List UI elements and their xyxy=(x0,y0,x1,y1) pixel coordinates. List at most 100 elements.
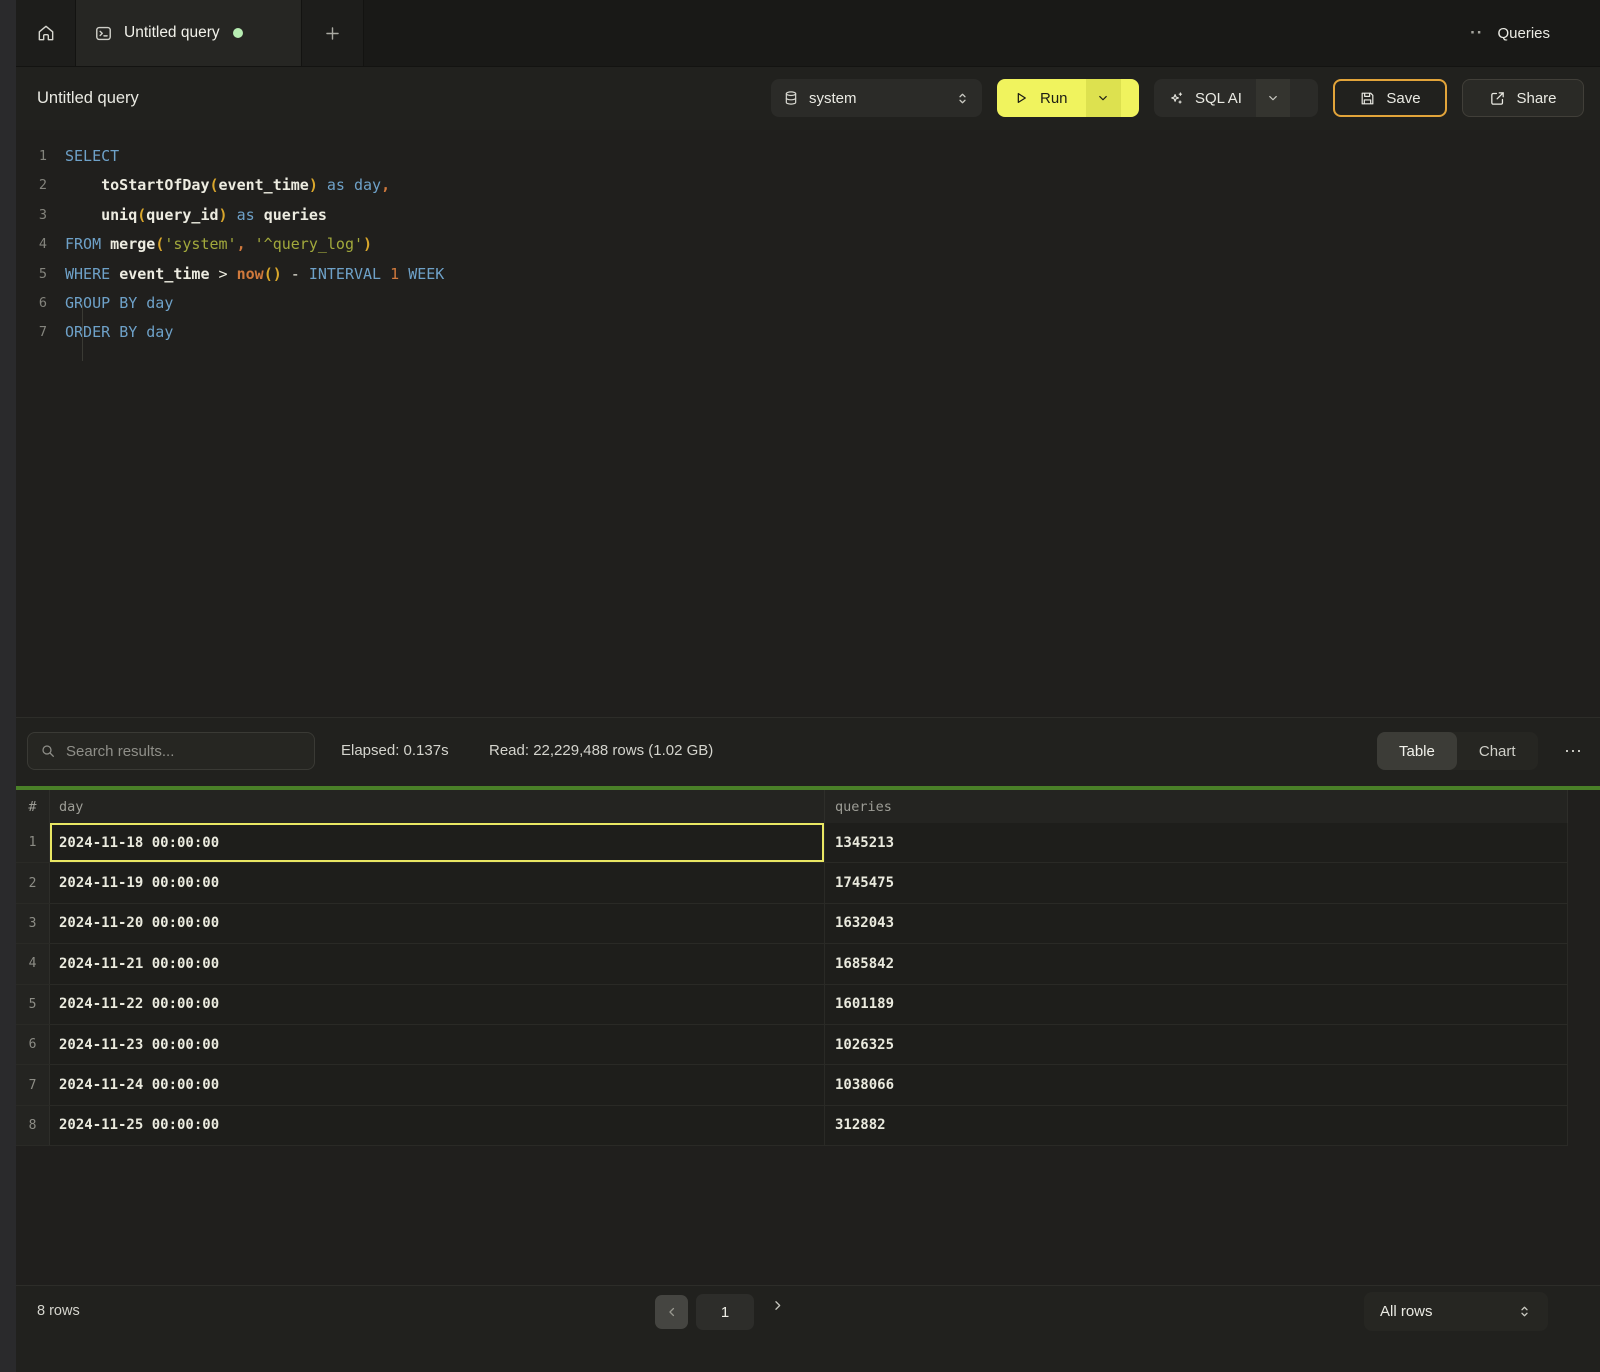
row-number: 7 xyxy=(16,1065,50,1104)
search-icon xyxy=(40,743,56,759)
code-line[interactable]: 7ORDER BY day xyxy=(16,318,1600,347)
sql-ai-label: SQL AI xyxy=(1195,90,1242,107)
code-line[interactable]: 6GROUP BY day xyxy=(16,289,1600,318)
table-row: 82024-11-25 00:00:00312882 xyxy=(16,1106,1568,1146)
cell-day[interactable]: 2024-11-19 00:00:00 xyxy=(50,863,825,902)
view-toggle-table[interactable]: Table xyxy=(1377,732,1457,770)
share-button[interactable]: Share xyxy=(1462,79,1584,117)
cell-day[interactable]: 2024-11-24 00:00:00 xyxy=(50,1065,825,1104)
tab-bar: Untitled query ·· Queries xyxy=(16,0,1600,67)
table-row: 52024-11-22 00:00:001601189 xyxy=(16,985,1568,1025)
column-header-index[interactable]: # xyxy=(16,790,50,823)
page-size-select[interactable]: All rows xyxy=(1364,1292,1548,1331)
queries-link[interactable]: Queries xyxy=(1497,25,1550,42)
line-number: 5 xyxy=(16,260,47,289)
save-button-label: Save xyxy=(1386,90,1420,107)
home-button[interactable] xyxy=(16,0,76,66)
updown-chevron-icon xyxy=(1517,1304,1532,1319)
cell-day[interactable]: 2024-11-18 00:00:00 xyxy=(50,823,825,862)
tab-untitled-query[interactable]: Untitled query xyxy=(76,0,302,66)
code-line[interactable]: 2 toStartOfDay(event_time) as day, xyxy=(16,171,1600,200)
sparkles-icon xyxy=(1168,90,1185,107)
cell-queries[interactable]: 1632043 xyxy=(825,904,1568,943)
cell-day[interactable]: 2024-11-22 00:00:00 xyxy=(50,985,825,1024)
column-header-day[interactable]: day xyxy=(50,790,825,823)
sql-editor[interactable]: 1SELECT2 toStartOfDay(event_time) as day… xyxy=(16,130,1600,717)
run-options-button[interactable] xyxy=(1086,79,1121,117)
updown-chevron-icon xyxy=(955,91,970,106)
play-icon xyxy=(1013,90,1029,106)
row-number: 1 xyxy=(16,823,50,862)
line-number: 2 xyxy=(16,171,47,200)
cell-queries[interactable]: 1345213 xyxy=(825,823,1568,862)
code-line[interactable]: 4FROM merge('system', '^query_log') xyxy=(16,230,1600,259)
chevron-right-icon xyxy=(770,1298,785,1313)
next-page-button[interactable] xyxy=(770,1298,785,1313)
page-number-button[interactable]: 1 xyxy=(696,1294,754,1330)
column-header-queries[interactable]: queries xyxy=(825,790,1568,823)
table-body: 12024-11-18 00:00:00134521322024-11-19 0… xyxy=(16,823,1568,1146)
save-button[interactable]: Save xyxy=(1333,79,1447,117)
code-line[interactable]: 1SELECT xyxy=(16,142,1600,171)
cell-day[interactable]: 2024-11-21 00:00:00 xyxy=(50,944,825,983)
cell-queries[interactable]: 1745475 xyxy=(825,863,1568,902)
tab-label: Untitled query xyxy=(124,24,220,42)
query-title: Untitled query xyxy=(37,89,139,108)
cell-queries[interactable]: 1685842 xyxy=(825,944,1568,983)
run-button[interactable]: Run xyxy=(997,79,1086,117)
table-row: 22024-11-19 00:00:001745475 xyxy=(16,863,1568,903)
row-number: 6 xyxy=(16,1025,50,1064)
cell-day[interactable]: 2024-11-23 00:00:00 xyxy=(50,1025,825,1064)
table-row: 72024-11-24 00:00:001038066 xyxy=(16,1065,1568,1105)
save-icon xyxy=(1359,90,1376,107)
chevron-down-icon xyxy=(1096,91,1110,105)
cell-queries[interactable]: 1601189 xyxy=(825,985,1568,1024)
table-row: 12024-11-18 00:00:001345213 xyxy=(16,823,1568,863)
plus-icon xyxy=(323,24,342,43)
row-number: 3 xyxy=(16,904,50,943)
database-select[interactable]: system xyxy=(771,79,982,117)
view-toggle: Table Chart xyxy=(1377,732,1538,770)
database-icon xyxy=(783,90,799,106)
row-count-label: 8 rows xyxy=(37,1303,80,1319)
sql-ai-options-button[interactable] xyxy=(1256,79,1290,117)
run-button-label: Run xyxy=(1040,90,1068,107)
line-number: 1 xyxy=(16,142,47,171)
query-header: Untitled query system xyxy=(16,67,1600,130)
search-results-box[interactable] xyxy=(27,732,315,770)
share-button-label: Share xyxy=(1516,90,1556,107)
table-header-row: # day queries xyxy=(16,790,1568,823)
cell-queries[interactable]: 1038066 xyxy=(825,1065,1568,1104)
left-rail xyxy=(0,0,16,1372)
search-results-input[interactable] xyxy=(66,743,302,760)
sql-ai-button[interactable]: SQL AI xyxy=(1154,79,1256,117)
cell-day[interactable]: 2024-11-20 00:00:00 xyxy=(50,904,825,943)
chevron-down-icon xyxy=(1266,91,1280,105)
cell-queries[interactable]: 1026325 xyxy=(825,1025,1568,1064)
panel-toggle-icon[interactable]: ·· xyxy=(1470,23,1483,43)
line-number: 6 xyxy=(16,289,47,318)
code-line[interactable]: 3 uniq(query_id) as queries xyxy=(16,201,1600,230)
table-row: 42024-11-21 00:00:001685842 xyxy=(16,944,1568,984)
database-select-value: system xyxy=(809,90,945,107)
results-toolbar: Elapsed: 0.137s Read: 22,229,488 rows (1… xyxy=(16,717,1600,786)
line-number: 7 xyxy=(16,318,47,347)
table-row: 62024-11-23 00:00:001026325 xyxy=(16,1025,1568,1065)
sql-ai-button-group: SQL AI xyxy=(1154,79,1318,117)
results-more-options-icon[interactable]: ⋯ xyxy=(1564,741,1583,762)
previous-page-button[interactable] xyxy=(655,1295,688,1329)
indent-guide xyxy=(82,302,83,361)
line-number: 3 xyxy=(16,201,47,230)
view-toggle-chart[interactable]: Chart xyxy=(1457,732,1538,770)
cell-day[interactable]: 2024-11-25 00:00:00 xyxy=(50,1106,825,1145)
chevron-left-icon xyxy=(665,1305,679,1319)
new-tab-button[interactable] xyxy=(302,0,364,66)
code-line[interactable]: 5WHERE event_time > now() - INTERVAL 1 W… xyxy=(16,260,1600,289)
row-number: 8 xyxy=(16,1106,50,1145)
table-row: 32024-11-20 00:00:001632043 xyxy=(16,904,1568,944)
sql-console-window: Untitled query ·· Queries Untitled query xyxy=(0,0,1600,1372)
elapsed-stat: Elapsed: 0.137s xyxy=(341,742,449,759)
cell-queries[interactable]: 312882 xyxy=(825,1106,1568,1145)
run-button-group: Run xyxy=(997,79,1139,117)
unsaved-changes-dot xyxy=(233,28,243,38)
